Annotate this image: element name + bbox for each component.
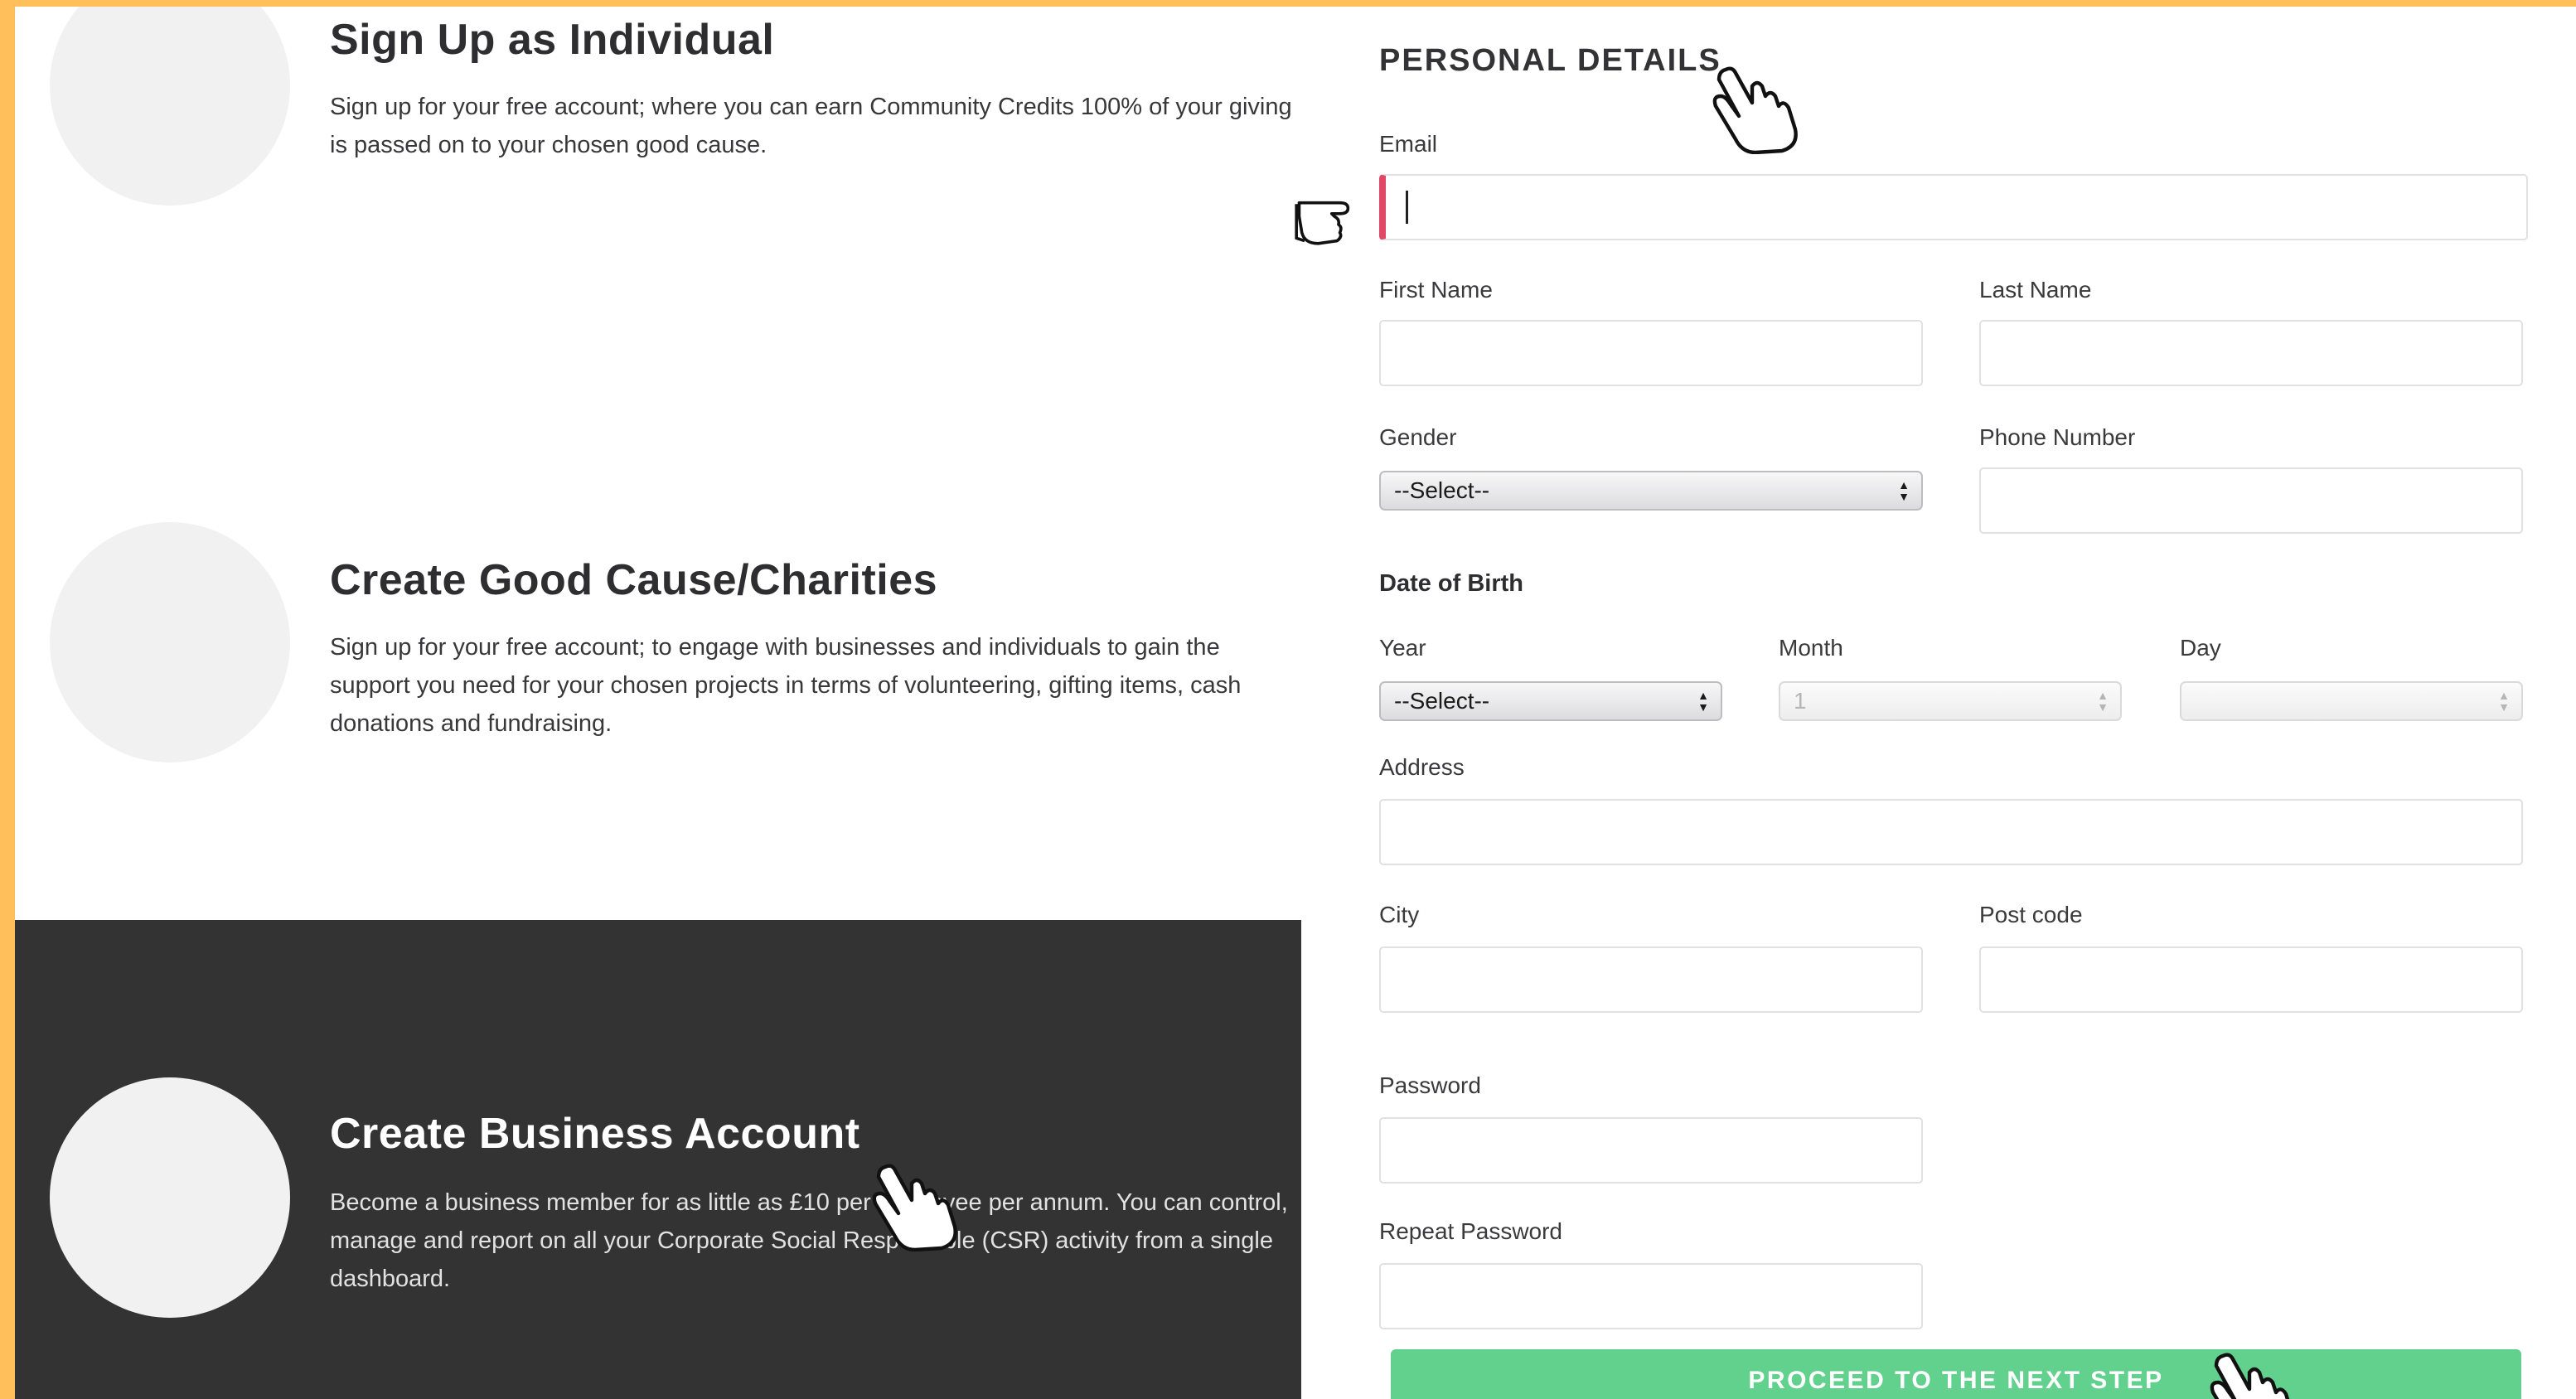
address-label: Address xyxy=(1379,754,1465,780)
password-label: Password xyxy=(1379,1072,1481,1098)
last-name-field[interactable] xyxy=(1979,320,2523,386)
select-arrows-icon: ▲ ▼ xyxy=(2097,689,2109,714)
option-charity[interactable]: Create Good Cause/Charities Sign up for … xyxy=(15,520,1301,927)
address-field[interactable] xyxy=(1379,799,2523,865)
charity-description: Sign up for your free account; to engage… xyxy=(330,634,1242,737)
year-select-value: --Select-- xyxy=(1394,688,1490,714)
individual-avatar-circle xyxy=(50,7,290,206)
city-field[interactable] xyxy=(1379,946,1923,1013)
business-description: Become a business member for as little a… xyxy=(330,1189,1288,1292)
personal-details-form: PERSONAL DETAILS Email First Name Last N… xyxy=(1379,7,2540,1399)
charity-avatar-circle xyxy=(50,522,290,762)
individual-title: Sign Up as Individual xyxy=(330,16,775,64)
month-label: Month xyxy=(1779,635,1843,661)
gender-label: Gender xyxy=(1379,424,1457,450)
text-caret xyxy=(1406,191,1408,224)
last-name-label: Last Name xyxy=(1979,277,2092,303)
pointing-hand-icon xyxy=(1295,201,1350,245)
business-title: Create Business Account xyxy=(330,1110,860,1158)
select-arrows-icon: ▲ ▼ xyxy=(1898,478,1910,503)
signup-page: Sign Up as Individual Sign up for your f… xyxy=(15,7,2576,1399)
repeat-password-field[interactable] xyxy=(1379,1263,1923,1329)
password-field[interactable] xyxy=(1379,1117,1923,1184)
dob-label: Date of Birth xyxy=(1379,570,1523,597)
day-label: Day xyxy=(2180,635,2221,661)
postcode-field[interactable] xyxy=(1979,946,2523,1013)
option-individual[interactable]: Sign Up as Individual Sign up for your f… xyxy=(15,7,1301,520)
gender-select[interactable]: --Select-- ▲ ▼ xyxy=(1379,471,1923,511)
month-select[interactable]: 1 ▲ ▼ xyxy=(1779,681,2122,721)
select-arrows-icon: ▲ ▼ xyxy=(1697,689,1709,714)
charity-title: Create Good Cause/Charities xyxy=(330,556,938,604)
phone-label: Phone Number xyxy=(1979,424,2136,450)
gender-select-value: --Select-- xyxy=(1394,477,1490,503)
individual-description: Sign up for your free account; where you… xyxy=(330,94,1292,158)
section-title: PERSONAL DETAILS xyxy=(1379,43,1721,78)
hand-pointer-icon xyxy=(2210,1353,2290,1399)
hand-pointer-icon xyxy=(872,1164,957,1251)
postcode-label: Post code xyxy=(1979,902,2083,927)
email-field[interactable] xyxy=(1379,174,2528,240)
year-label: Year xyxy=(1379,635,1426,661)
city-label: City xyxy=(1379,902,1420,927)
hand-pointer-icon xyxy=(1712,66,1798,154)
business-avatar-circle xyxy=(50,1077,290,1318)
email-label: Email xyxy=(1379,131,1438,157)
proceed-button[interactable]: PROCEED TO THE NEXT STEP xyxy=(1391,1349,2521,1399)
first-name-field[interactable] xyxy=(1379,320,1923,386)
repeat-password-label: Repeat Password xyxy=(1379,1218,1563,1244)
day-select[interactable]: ▲ ▼ xyxy=(2180,681,2523,721)
year-select[interactable]: --Select-- ▲ ▼ xyxy=(1379,681,1722,721)
phone-field[interactable] xyxy=(1979,467,2523,534)
first-name-label: First Name xyxy=(1379,277,1493,303)
select-arrows-icon: ▲ ▼ xyxy=(2498,689,2510,714)
month-select-value: 1 xyxy=(1794,688,1807,714)
option-business[interactable]: Create Business Account Become a busines… xyxy=(15,920,1301,1399)
